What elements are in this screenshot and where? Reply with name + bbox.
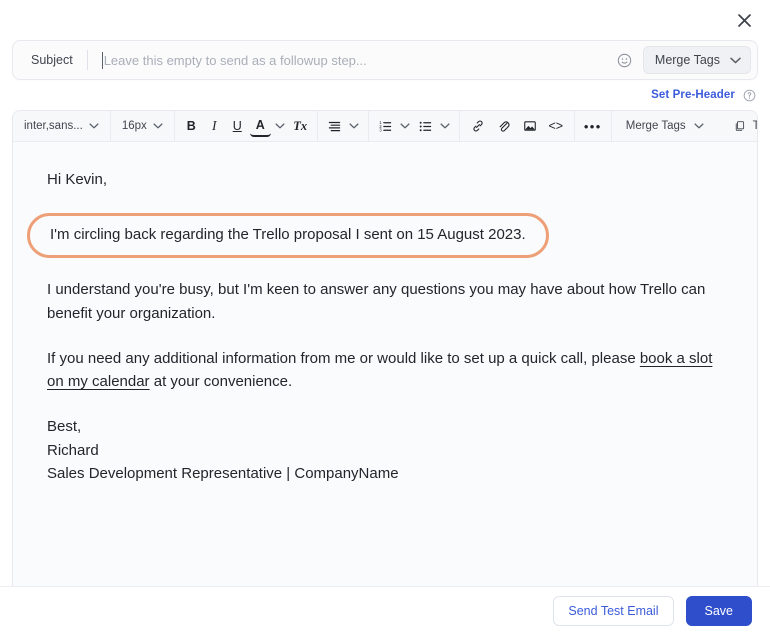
text-color-button[interactable]: A: [249, 116, 271, 137]
font-family-value: inter,sans...: [24, 120, 83, 132]
body-highlighted-paragraph: I'm circling back regarding the Trello p…: [27, 213, 723, 272]
clear-formatting-button[interactable]: Tx: [290, 116, 311, 137]
template-label: Template: [753, 120, 757, 132]
toolbar-group-insert: <>: [460, 111, 575, 141]
toolbar-group-more: •••: [575, 111, 612, 141]
align-icon[interactable]: [324, 116, 345, 137]
subject-merge-tags-button[interactable]: Merge Tags: [642, 46, 751, 74]
chevron-down-icon: [730, 57, 741, 63]
editor-merge-tags-label: Merge Tags: [625, 120, 686, 132]
toolbar-group-font-size: 16px: [111, 111, 175, 141]
toolbar-group-template: Template: [718, 111, 757, 141]
ordered-list-chevron-down-icon[interactable]: [398, 116, 413, 137]
preheader-row: Set Pre-Header: [0, 80, 770, 110]
italic-button[interactable]: I: [204, 116, 225, 137]
sign-off: Best,: [47, 418, 82, 436]
link-icon[interactable]: [466, 116, 490, 137]
font-size-value: 16px: [121, 120, 147, 132]
close-icon[interactable]: [730, 6, 758, 34]
unordered-list-chevron-down-icon[interactable]: [438, 116, 453, 137]
toolbar-group-font-family: inter,sans...: [13, 111, 111, 141]
font-family-select[interactable]: inter,sans...: [19, 115, 104, 137]
highlighted-sentence: I'm circling back regarding the Trello p…: [27, 213, 549, 259]
smiley-icon[interactable]: [613, 48, 637, 72]
editor-merge-tags-button[interactable]: Merge Tags: [618, 115, 712, 137]
save-button[interactable]: Save: [685, 596, 752, 626]
code-button[interactable]: <>: [544, 116, 568, 137]
copy-icon: [735, 121, 744, 131]
text-caret: [101, 51, 103, 69]
chevron-down-icon: [694, 123, 704, 129]
editor-toolbar: inter,sans... 16px B I U A Tx 1 2 3 <> •…: [13, 111, 757, 142]
chevron-down-icon: [89, 123, 99, 129]
subject-merge-tags-label: Merge Tags: [654, 53, 720, 67]
subject-input[interactable]: [103, 52, 613, 68]
subject-section: Subject Merge Tags: [0, 40, 770, 80]
toolbar-group-lists: 1 2 3: [369, 111, 460, 141]
toolbar-group-merge-tags: Merge Tags: [612, 111, 718, 141]
toolbar-group-text-style: B I U A Tx: [175, 111, 318, 141]
subject-label: Subject: [31, 53, 73, 67]
sender-title: Sales Development Representative | Compa…: [47, 464, 399, 482]
body-paragraph-2: I understand you're busy, but I'm keen t…: [47, 281, 706, 322]
template-button[interactable]: Template: [724, 115, 757, 137]
align-chevron-down-icon[interactable]: [347, 116, 362, 137]
body-paragraph-3-before: If you need any additional information f…: [47, 349, 640, 367]
image-icon[interactable]: [518, 116, 542, 137]
email-body-content[interactable]: Hi Kevin, I'm circling back regarding th…: [13, 142, 757, 586]
send-test-email-button[interactable]: Send Test Email: [553, 596, 674, 626]
ordered-list-icon[interactable]: 1 2 3: [375, 116, 396, 137]
font-size-select[interactable]: 16px: [117, 115, 168, 137]
sender-name: Richard: [47, 441, 99, 459]
modal-top-bar: [0, 0, 770, 40]
text-color-chevron-down-icon[interactable]: [273, 116, 288, 137]
subject-divider: [86, 50, 88, 70]
set-pre-header-link[interactable]: Set Pre-Header: [651, 89, 735, 101]
more-options-button[interactable]: •••: [581, 116, 605, 137]
paperclip-icon[interactable]: [492, 116, 516, 137]
modal-footer: Send Test Email Save: [0, 586, 770, 635]
body-signature: Best, Richard Sales Development Represen…: [47, 415, 723, 485]
bold-button[interactable]: B: [181, 116, 202, 137]
toolbar-group-align: [318, 111, 369, 141]
chevron-down-icon: [153, 123, 163, 129]
body-paragraph-3: If you need any additional information f…: [47, 347, 723, 394]
unordered-list-icon[interactable]: [415, 116, 436, 137]
body-greeting: Hi Kevin,: [47, 171, 108, 188]
underline-button[interactable]: U: [227, 116, 248, 137]
svg-text:3: 3: [379, 127, 382, 132]
question-circle-icon[interactable]: [743, 89, 756, 102]
email-editor-modal: Subject Merge Tags Set Pre-Header: [0, 0, 770, 635]
subject-bar: Subject Merge Tags: [12, 40, 758, 80]
body-paragraph-3-after: at your convenience.: [149, 373, 293, 390]
rich-text-editor: inter,sans... 16px B I U A Tx 1 2 3 <> •…: [12, 110, 758, 586]
